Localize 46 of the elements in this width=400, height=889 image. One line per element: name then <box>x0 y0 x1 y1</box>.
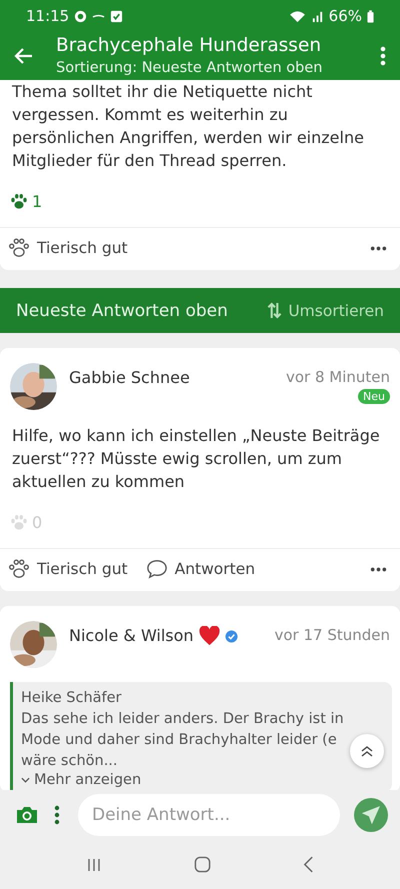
post-text: Thema solltet ihr die Netiquette nicht vergessen. Kommt es weiterhin zu persönlichen Angriffen, werden wir einzelne Mitglieder für den Thread sperren. <box>11 81 365 172</box>
recent-apps-icon <box>86 856 102 872</box>
battery-icon <box>367 10 374 22</box>
post-time: vor 8 Minuten <box>286 368 390 386</box>
paw-icon <box>8 238 30 258</box>
back-chevron-icon <box>303 856 314 873</box>
thread-title: Brachycephale Hunderassen <box>56 34 322 58</box>
battery-percent: 66% <box>328 7 362 25</box>
post-time: vor 17 Stunden <box>274 626 390 644</box>
paw-icon <box>8 559 30 579</box>
double-chevron-up-icon <box>360 744 374 758</box>
show-more-link[interactable]: Mehr anzeigen <box>21 772 142 788</box>
paper-plane-icon <box>362 806 380 824</box>
quote-author: Heike Schäfer <box>21 689 122 708</box>
like-button[interactable]: Tierisch gut <box>8 559 128 579</box>
dots-icon <box>369 566 388 572</box>
reply-button[interactable]: Antworten <box>146 559 256 579</box>
signal-icon <box>310 10 324 22</box>
menu-dots-icon <box>54 805 60 825</box>
quote-text: wäre schön... <box>21 752 118 771</box>
post-options-button[interactable] <box>369 566 388 572</box>
menu-dots-icon <box>380 45 386 67</box>
post-options-button[interactable] <box>369 246 388 250</box>
like-count: 1 <box>0 172 400 227</box>
speech-bubble-icon <box>146 559 168 579</box>
send-button[interactable] <box>354 798 388 832</box>
chevron-down-icon <box>21 777 30 783</box>
reply-input[interactable]: Deine Antwort... <box>78 794 340 836</box>
clock: 11:15 <box>26 7 70 25</box>
sort-subtitle: Sortierung: Neueste Antworten oben <box>56 59 324 78</box>
sort-label: Neueste Antworten oben <box>16 300 229 320</box>
dash-icon <box>92 13 106 19</box>
sort-arrows-icon <box>267 302 282 319</box>
checkbox-icon <box>110 10 124 22</box>
home-icon <box>194 856 211 873</box>
dots-icon <box>369 246 388 250</box>
new-badge: Neu <box>358 389 390 404</box>
quote-text: Mode und daher sind Brachyhalter leider (e <box>21 731 337 750</box>
wifi-icon <box>288 10 306 22</box>
author-name: Nicole & Wilson <box>69 626 194 645</box>
like-button[interactable]: Tierisch gut <box>8 238 128 258</box>
camera-icon <box>16 806 38 824</box>
author-name: Gabbie Schnee <box>69 368 190 387</box>
post-text: Hilfe, wo kann ich einstellen „Neuste Beiträge zuerst“??? Müsste ewig scrollen, um zum aktuellen zu kommen <box>11 425 381 493</box>
quote-text: Das sehe ich leider anders. Der Brachy ist in <box>21 710 344 729</box>
notification-icon <box>74 10 88 22</box>
